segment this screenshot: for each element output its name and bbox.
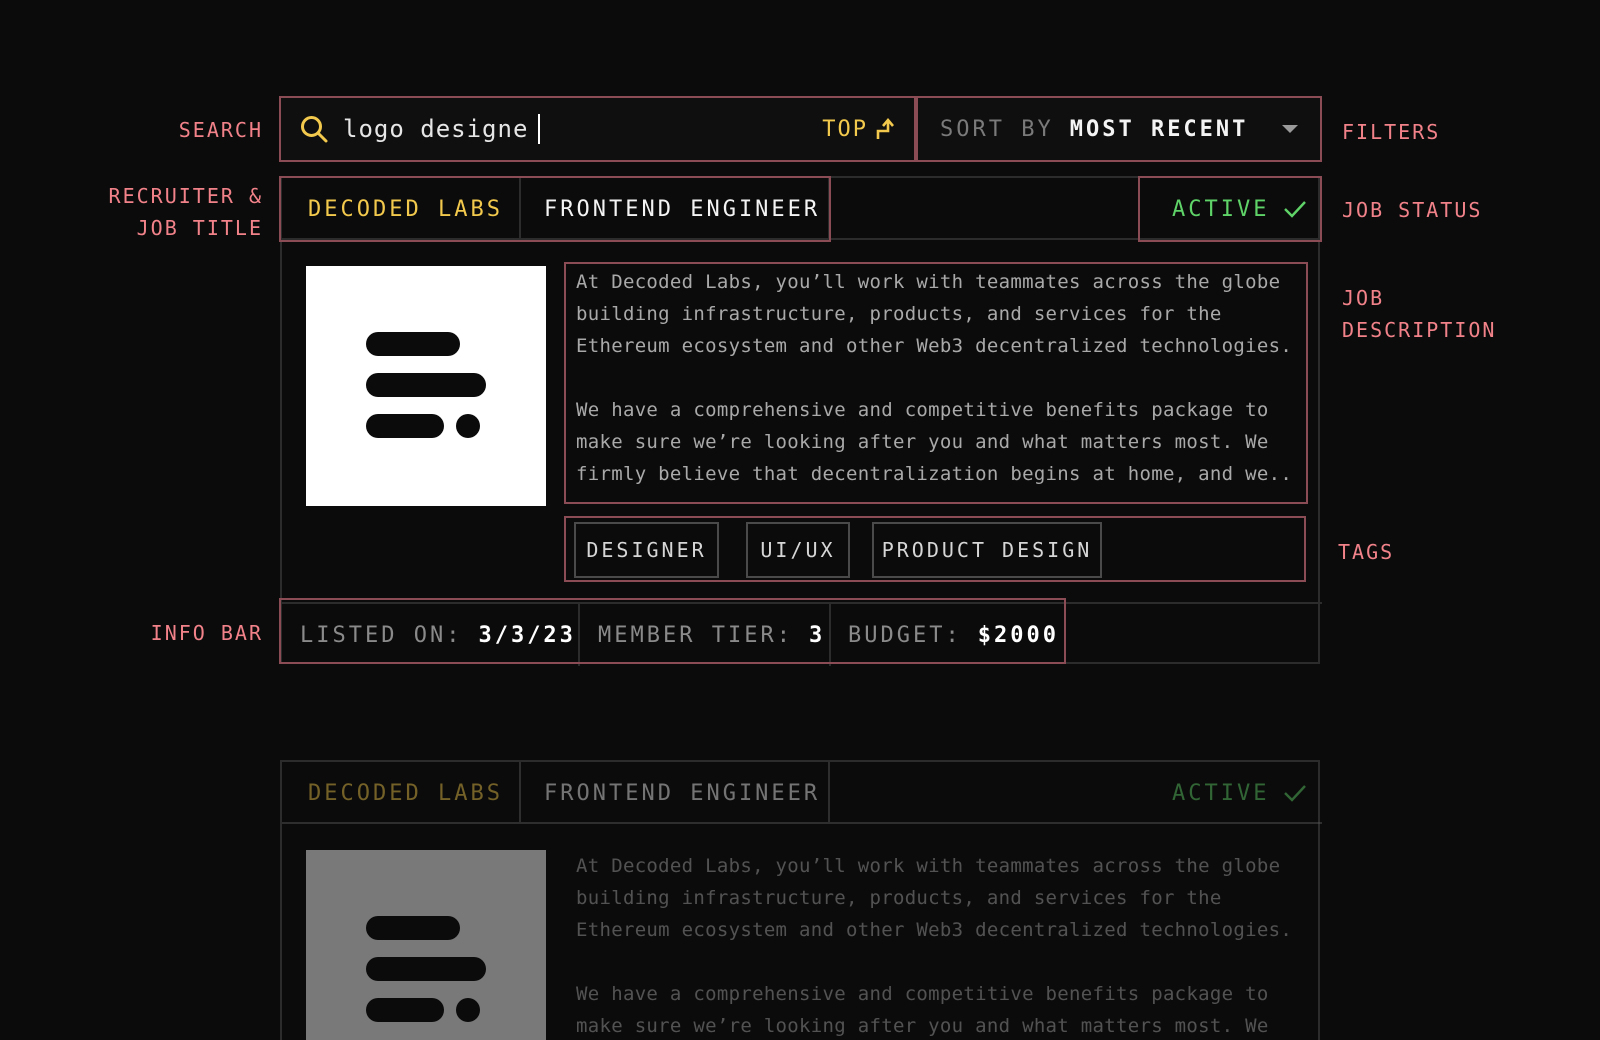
divider xyxy=(519,762,521,824)
highlight-info-bar xyxy=(279,598,1066,664)
company-logo xyxy=(306,850,546,1040)
search-bar[interactable]: logo designe TOP xyxy=(279,96,916,162)
highlight-recruiter-title xyxy=(279,176,831,242)
annotation-job-desc-line2: DESCRIPTION xyxy=(1342,318,1497,342)
job-title[interactable]: FRONTEND ENGINEER xyxy=(544,762,820,824)
job-status: ACTIVE xyxy=(1172,762,1307,824)
annotation-info-bar: INFO BAR xyxy=(150,621,263,645)
top-label: TOP xyxy=(822,116,868,142)
job-description-p1: At Decoded Labs, you’ll work with teamma… xyxy=(576,855,1293,941)
highlight-tags xyxy=(564,516,1306,582)
job-description-p2: We have a comprehensive and competitive … xyxy=(576,983,1269,1037)
annotation-recruiter-line1: RECRUITER & xyxy=(108,184,263,208)
check-icon xyxy=(1284,785,1307,802)
annotation-job-status: JOB STATUS xyxy=(1342,198,1483,222)
annotation-filters: FILTERS xyxy=(1342,120,1441,144)
annotation-tags: TAGS xyxy=(1338,540,1395,564)
annotation-recruiter-line2: JOB TITLE xyxy=(136,216,263,240)
sort-label: SORT BY xyxy=(940,116,1054,142)
highlight-job-status xyxy=(1138,176,1322,242)
sort-value: MOST RECENT xyxy=(1069,116,1249,142)
recruiter-name[interactable]: DECODED LABS xyxy=(308,762,503,824)
text-caret xyxy=(538,114,541,144)
annotation-search: SEARCH xyxy=(178,118,263,142)
chevron-down-icon xyxy=(1282,125,1298,133)
arrow-up-icon xyxy=(876,117,894,139)
job-description: At Decoded Labs, you’ll work with teamma… xyxy=(572,850,1298,1040)
company-logo xyxy=(306,266,546,506)
status-label: ACTIVE xyxy=(1172,780,1270,806)
highlight-job-description xyxy=(564,262,1308,504)
search-input[interactable]: logo designe xyxy=(343,115,528,143)
job-card-header: DECODED LABS FRONTEND ENGINEER ACTIVE xyxy=(282,762,1322,824)
job-card[interactable]: DECODED LABS FRONTEND ENGINEER ACTIVE At… xyxy=(280,760,1322,1040)
top-button[interactable]: TOP xyxy=(822,117,896,142)
sort-dropdown[interactable]: SORT BY MOST RECENT xyxy=(916,96,1322,162)
annotation-job-desc-line1: JOB xyxy=(1342,286,1385,310)
search-icon xyxy=(301,116,328,143)
divider xyxy=(828,762,830,824)
